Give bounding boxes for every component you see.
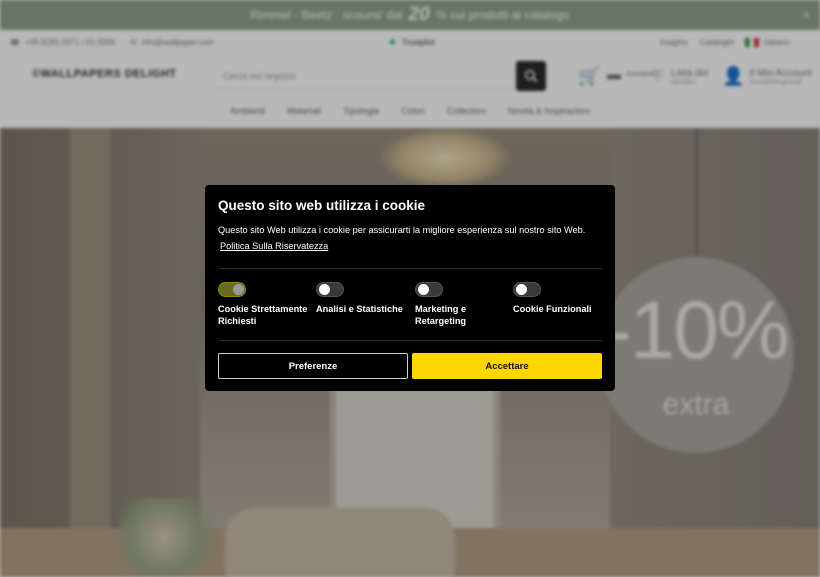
toggle-strictly-required[interactable] [218,282,246,297]
option-label: Analisi e Statistiche [316,304,403,314]
cookie-consent-dialog: Questo sito web utilizza i cookie Questo… [205,185,615,391]
cookie-dialog-title: Questo sito web utilizza i cookie [218,198,426,213]
cookie-option-analytics: Analisi e Statistiche [316,282,412,315]
option-label: Marketing e Retargeting [415,304,467,326]
privacy-policy-link[interactable]: Politica Sulla Riservatezza [220,241,328,251]
preferences-button[interactable]: Preferenze [218,353,408,379]
divider [218,340,602,341]
toggle-analytics[interactable] [316,282,344,297]
toggle-knob [233,284,244,295]
cookie-option-functional: Cookie Funzionali [513,282,609,315]
option-label: Cookie Strettamente Richiesti [218,304,308,326]
cookie-option-marketing: Marketing e Retargeting [415,282,511,327]
option-label: Cookie Funzionali [513,304,592,314]
cookie-option-strictly-required: Cookie Strettamente Richiesti [218,282,314,327]
accept-button[interactable]: Accettare [412,353,602,379]
toggle-functional[interactable] [513,282,541,297]
toggle-knob [516,284,527,295]
divider [218,268,602,269]
toggle-knob [319,284,330,295]
cookie-dialog-description: Questo sito Web utilizza i cookie per as… [218,225,586,235]
toggle-knob [418,284,429,295]
toggle-marketing[interactable] [415,282,443,297]
